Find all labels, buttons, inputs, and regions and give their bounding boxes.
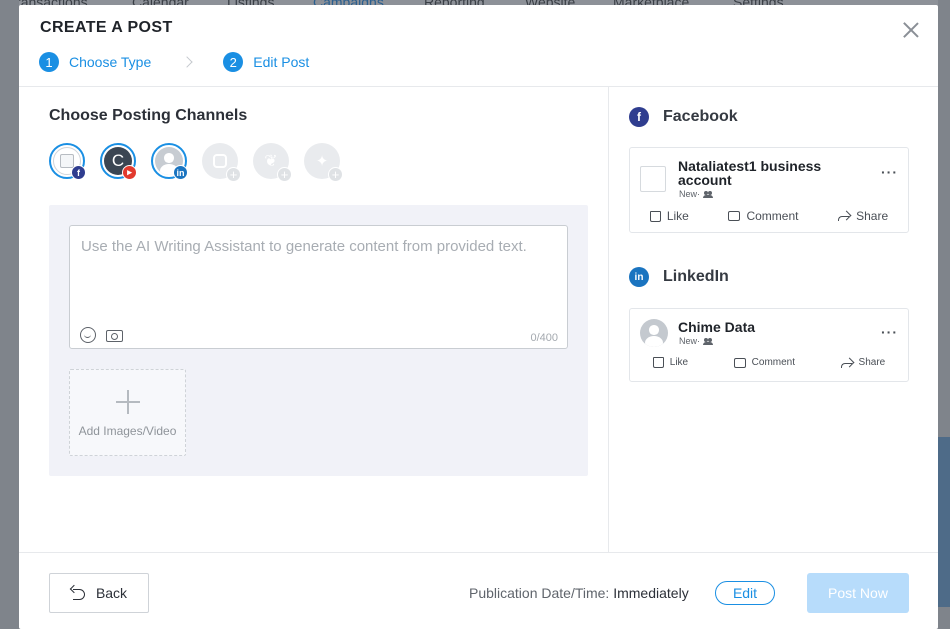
more-options-icon[interactable]: ··· xyxy=(881,164,898,180)
camera-icon[interactable] xyxy=(106,330,123,342)
post-textarea[interactable]: Use the AI Writing Assistant to generate… xyxy=(69,225,568,349)
post-meta: New· xyxy=(679,189,714,199)
plus-icon: + xyxy=(226,167,241,182)
channel-facebook[interactable]: f xyxy=(49,143,86,180)
channel-youtube[interactable]: C ▸ xyxy=(100,143,137,180)
step-label: Choose Type xyxy=(69,54,152,70)
publication-label: Publication Date/Time: xyxy=(469,585,610,601)
plus-icon: + xyxy=(277,167,292,182)
action-label: Comment xyxy=(751,357,796,368)
share-icon xyxy=(838,211,850,221)
linkedin-preview-card: Chime Data New· ··· Like Comment Share xyxy=(629,308,909,382)
youtube-icon: ▸ xyxy=(122,165,137,180)
twitter-icon: ❦ xyxy=(264,153,278,170)
close-icon[interactable] xyxy=(902,21,920,39)
publication-info: Publication Date/Time: Immediately xyxy=(469,585,689,601)
chevron-right-icon xyxy=(167,56,207,68)
more-options-icon[interactable]: ··· xyxy=(881,324,898,340)
broken-image-icon xyxy=(640,166,666,192)
people-icon xyxy=(703,337,714,345)
step-label: Edit Post xyxy=(253,54,310,70)
post-actions: Like Comment Share xyxy=(630,357,908,368)
footer-divider xyxy=(19,552,938,553)
comment-icon xyxy=(728,211,741,221)
channel-list: f C ▸ in + ❦ + ✦ + xyxy=(49,143,343,182)
step-number: 2 xyxy=(223,52,244,72)
like-button[interactable]: Like xyxy=(649,209,689,223)
modal-title: CREATE A POST xyxy=(40,19,173,36)
account-name: Chime Data xyxy=(678,319,756,335)
person-icon xyxy=(640,319,668,347)
post-now-button[interactable]: Post Now xyxy=(807,573,909,613)
preview-pane: f Facebook Nataliatest1 business account… xyxy=(609,87,938,552)
broken-image-icon xyxy=(60,154,74,168)
meta-text: New· xyxy=(679,336,701,346)
comment-button[interactable]: Comment xyxy=(733,357,796,368)
facebook-icon: f xyxy=(629,107,649,127)
step-choose-type[interactable]: 1 Choose Type xyxy=(39,52,151,72)
people-icon xyxy=(703,190,714,198)
add-media-button[interactable]: Add Images/Video xyxy=(69,369,186,456)
plus-icon xyxy=(116,390,140,414)
meta-text: New· xyxy=(679,189,701,199)
network-label: Facebook xyxy=(663,108,738,125)
like-icon xyxy=(652,357,664,368)
channel-instagram[interactable]: + xyxy=(202,143,241,182)
channel-linkedin[interactable]: in xyxy=(151,143,188,180)
facebook-preview-header: f Facebook xyxy=(629,107,738,127)
emoji-icon[interactable] xyxy=(80,327,96,343)
linkedin-icon: in xyxy=(629,267,649,287)
section-title: Choose Posting Channels xyxy=(49,107,248,124)
textarea-placeholder: Use the AI Writing Assistant to generate… xyxy=(81,238,527,255)
google-icon: ✦ xyxy=(315,153,329,170)
background-image xyxy=(938,437,950,607)
add-media-label: Add Images/Video xyxy=(78,424,177,438)
avatar xyxy=(640,319,668,347)
step-edit-post[interactable]: 2 Edit Post xyxy=(223,52,309,72)
back-button[interactable]: Back xyxy=(49,573,149,613)
linkedin-icon: in xyxy=(173,165,188,180)
action-label: Comment xyxy=(746,209,799,223)
textarea-toolbar xyxy=(80,327,123,343)
undo-icon xyxy=(71,588,86,600)
linkedin-preview-header: in LinkedIn xyxy=(629,267,729,287)
comment-icon xyxy=(733,357,746,368)
publication-value: Immediately xyxy=(613,585,689,601)
back-label: Back xyxy=(95,585,128,601)
share-icon xyxy=(840,358,853,368)
channel-twitter[interactable]: ❦ + xyxy=(253,143,292,182)
action-label: Share xyxy=(858,357,886,368)
create-post-modal: CREATE A POST 1 Choose Type 2 Edit Post … xyxy=(19,5,938,629)
action-label: Like xyxy=(669,357,689,368)
step-number: 1 xyxy=(39,52,59,72)
char-count: 0/400 xyxy=(530,332,558,344)
facebook-icon: f xyxy=(71,165,86,180)
facebook-preview-card: Nataliatest1 business account New· ··· L… xyxy=(629,147,909,233)
action-label: Share xyxy=(856,209,889,223)
background-left-strip xyxy=(0,0,19,629)
share-button[interactable]: Share xyxy=(840,357,886,368)
plus-icon: + xyxy=(328,167,343,182)
edit-schedule-button[interactable]: Edit xyxy=(715,581,775,605)
action-label: Like xyxy=(666,209,689,223)
compose-area: Use the AI Writing Assistant to generate… xyxy=(49,205,588,476)
network-label: LinkedIn xyxy=(663,268,729,285)
post-meta: New· xyxy=(679,336,714,346)
background-right-strip xyxy=(938,0,950,629)
comment-button[interactable]: Comment xyxy=(728,209,798,223)
like-button[interactable]: Like xyxy=(652,357,689,368)
step-indicator: 1 Choose Type 2 Edit Post xyxy=(39,52,309,72)
share-button[interactable]: Share xyxy=(838,209,888,223)
channel-google[interactable]: ✦ + xyxy=(304,143,343,182)
account-name: Nataliatest1 business account xyxy=(678,158,822,188)
instagram-icon xyxy=(213,154,227,168)
post-actions: Like Comment Share xyxy=(630,209,908,223)
compose-pane: Choose Posting Channels f C ▸ in + ❦ + ✦… xyxy=(19,87,608,552)
like-icon xyxy=(649,210,661,222)
